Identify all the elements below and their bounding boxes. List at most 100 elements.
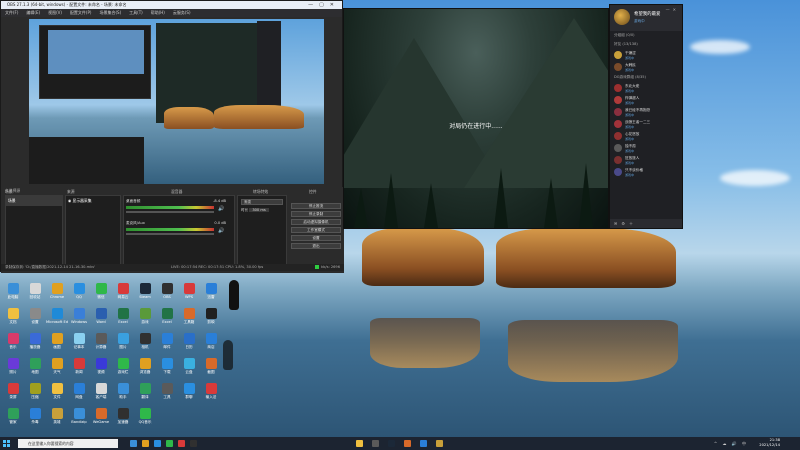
desktop-shortcut[interactable]: 文件 [46, 383, 68, 405]
desktop-shortcut[interactable]: 设置 [24, 308, 46, 330]
window-controls[interactable]: —✕ [666, 7, 679, 12]
desktop-shortcut[interactable]: 压缩 [24, 383, 46, 405]
desktop-shortcut[interactable]: 此电脑 [2, 283, 24, 305]
transition-select[interactable]: 渐变 [241, 199, 283, 205]
desktop-shortcut[interactable]: WeGame [90, 408, 112, 430]
desktop-shortcut[interactable]: QQ音乐 [134, 408, 156, 430]
desktop-shortcut[interactable]: 网易云 [112, 283, 134, 305]
volume-slider[interactable] [126, 211, 214, 213]
desktop-shortcut[interactable]: Windows [68, 308, 90, 330]
desktop-shortcut[interactable]: 英雄 [46, 408, 68, 430]
control-button[interactable]: 设置 [291, 235, 341, 241]
desktop-shortcut[interactable]: 录屏 [2, 383, 24, 405]
volume-slider[interactable] [126, 233, 214, 235]
scene-item[interactable]: 场景 [6, 196, 62, 206]
window-controls[interactable]: —▢✕ [308, 1, 340, 9]
control-button[interactable]: 停止录制 [291, 211, 341, 217]
control-button[interactable]: 工作室模式 [291, 227, 341, 233]
friend-list-item[interactable]: 大韩民 游戏中 [610, 61, 682, 73]
desktop-shortcut[interactable]: 微信 [90, 283, 112, 305]
control-button[interactable]: 停止推流 [291, 203, 341, 209]
desktop-shortcut[interactable]: 翻译 [134, 383, 156, 405]
friends-group-header[interactable]: DG游戏群组 (8/35) [610, 73, 682, 82]
desktop-shortcut[interactable]: 回收站 [24, 283, 46, 305]
desktop-shortcut[interactable]: 新闻 [68, 358, 90, 380]
friends-group-header[interactable]: 好友 (13/138) [610, 40, 682, 49]
desktop-shortcut[interactable]: 播放器 [24, 333, 46, 355]
menu-item[interactable]: 编辑(E) [26, 10, 40, 15]
friend-list-item[interactable]: 独不孤 游戏中 [610, 142, 682, 154]
taskbar-app-icon[interactable] [420, 440, 427, 447]
desktop-shortcut[interactable]: Word [90, 308, 112, 330]
desktop-shortcut[interactable]: 加速器 [112, 408, 134, 430]
desktop-shortcut[interactable]: 截图 [200, 358, 222, 380]
desktop-shortcut[interactable]: 管家 [2, 408, 24, 430]
friend-list-item[interactable]: 战狼王者一二三 游戏中 [610, 118, 682, 130]
menu-item[interactable]: 配置文件(P) [70, 10, 92, 15]
desktop-shortcut[interactable]: WPS [178, 283, 200, 305]
obs-window[interactable]: OBS 27.1.3 (64-bit, windows) - 配置文件: 未命名… [0, 0, 344, 273]
taskbar-app-icon[interactable] [166, 440, 173, 447]
desktop-shortcut[interactable]: 游戏 [134, 308, 156, 330]
friend-list-item[interactable]: 炸弹超人 游戏中 [610, 94, 682, 106]
friends-group-header[interactable]: 分组组 (0/0) [610, 31, 682, 40]
desktop-shortcut[interactable]: Steam [134, 283, 156, 305]
desktop-shortcut[interactable]: 计算器 [90, 333, 112, 355]
menu-item[interactable]: 场景集合(S) [99, 10, 121, 15]
friends-chat-panel[interactable]: 希望我的最爱 游戏中 —✕ 分组组 (0/0) 好友 (13/138) 干燥涩 游戏中… [609, 4, 683, 229]
source-item[interactable]: ◉ 显示器采集 [66, 196, 120, 206]
friend-list-item[interactable]: 我已经不再抱怨 游戏中 [610, 106, 682, 118]
desktop-shortcut[interactable]: 地图 [24, 358, 46, 380]
desktop-shortcut[interactable]: 音乐 [2, 333, 24, 355]
desktop-shortcut[interactable]: 画图 [46, 333, 68, 355]
taskbar-app-icon[interactable] [154, 440, 161, 447]
desktop-shortcut[interactable]: 相机 [134, 333, 156, 355]
desktop-shortcut[interactable]: 商店 [200, 333, 222, 355]
obs-titlebar[interactable]: OBS 27.1.3 (64-bit, windows) - 配置文件: 未命名… [1, 1, 342, 9]
desktop-shortcut[interactable]: 云盘 [178, 358, 200, 380]
taskbar-clock[interactable]: 21:38 2021/12/14 [759, 438, 780, 448]
desktop-shortcut[interactable]: 浏览器 [134, 358, 156, 380]
desktop-shortcut[interactable]: QQ [68, 283, 90, 305]
taskbar-search-input[interactable]: 在这里输入你要搜索的内容 [18, 439, 118, 448]
taskbar-app-icon[interactable] [190, 440, 197, 447]
desktop-shortcut[interactable]: Microsoft Edge [46, 308, 68, 330]
taskbar-app-icon[interactable] [436, 440, 443, 447]
desktop-shortcut[interactable]: 剪映 [200, 308, 222, 330]
friend-list-item[interactable]: 干燥涩 游戏中 [610, 49, 682, 61]
scenes-panel[interactable]: 场景 [5, 195, 63, 265]
desktop-shortcut[interactable]: 输入法 [200, 383, 222, 405]
desktop-shortcut[interactable]: 天气 [46, 358, 68, 380]
eye-icon[interactable]: ◉ [68, 198, 71, 203]
start-button[interactable] [3, 440, 10, 447]
taskbar-app-icon[interactable] [372, 440, 379, 447]
gear-icon[interactable]: ⚙ [621, 221, 629, 226]
menu-item[interactable]: 视图(V) [48, 10, 62, 15]
desktop-shortcut[interactable]: OBS [156, 283, 178, 305]
friend-list-item[interactable]: 东北大佬 游戏中 [610, 82, 682, 94]
desktop-shortcut[interactable]: 网盘 [68, 383, 90, 405]
desktop-shortcut[interactable]: 杀毒 [24, 408, 46, 430]
desktop-shortcut[interactable]: 游戏栏 [112, 358, 134, 380]
menu-item[interactable]: 云服务(S) [173, 10, 191, 15]
desktop-shortcut[interactable]: 下载 [156, 358, 178, 380]
system-tray[interactable]: ^ ☁ 🔊 中 [714, 441, 748, 447]
taskbar-app-icon[interactable] [130, 440, 137, 447]
friend-list-item[interactable]: 狂放旅人 游戏中 [610, 154, 682, 166]
desktop-shortcut[interactable]: 图片 [112, 333, 134, 355]
desktop-shortcut[interactable]: 群聊 [178, 383, 200, 405]
control-button[interactable]: 退出 [291, 243, 341, 249]
desktop-shortcut[interactable]: Bandizip [68, 408, 90, 430]
desktop-shortcut[interactable]: Excel [156, 308, 178, 330]
desktop-shortcut[interactable]: 迅雷 [200, 283, 222, 305]
duration-input[interactable]: 300 ms [249, 208, 269, 212]
friend-list-item[interactable]: 只不谈价格 游戏中 [610, 166, 682, 178]
desktop-shortcut[interactable]: 工具箱 [178, 308, 200, 330]
game-window[interactable]: 对局仍在进行中...... [343, 8, 609, 229]
desktop-shortcut[interactable]: 记事本 [68, 333, 90, 355]
taskbar-app-icon[interactable] [142, 440, 149, 447]
taskbar-app-icon[interactable] [356, 440, 363, 447]
desktop-shortcut[interactable]: 工具 [156, 383, 178, 405]
desktop-shortcut[interactable]: 视频 [90, 358, 112, 380]
desktop-shortcut[interactable]: 邮件 [156, 333, 178, 355]
